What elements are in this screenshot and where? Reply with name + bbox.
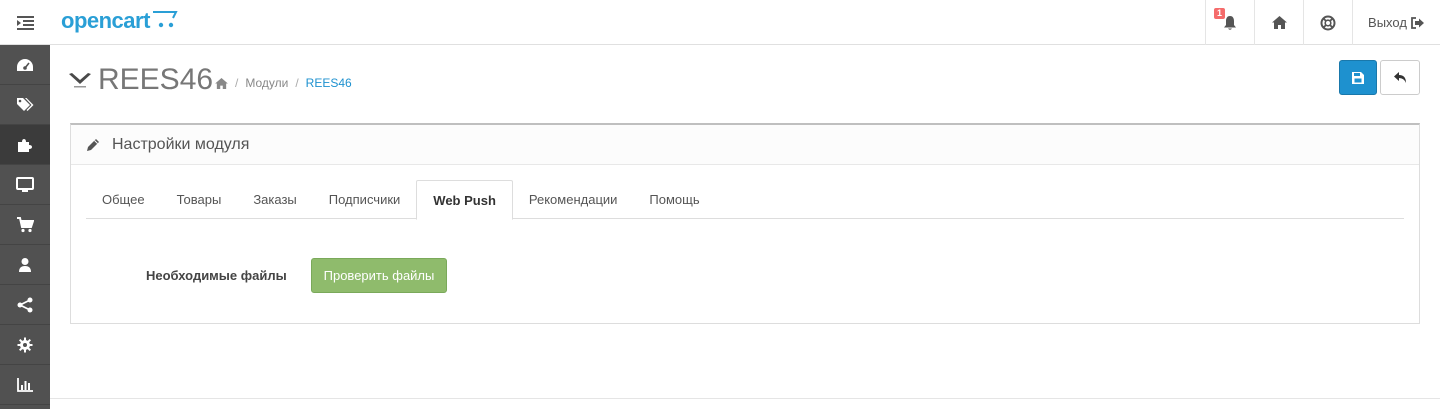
home-icon[interactable]	[215, 77, 228, 89]
tab-general[interactable]: Общее	[86, 180, 161, 219]
cart-logo-icon	[152, 11, 178, 28]
sidebar-item-reports[interactable]	[0, 365, 50, 405]
tab-bar: Общее Товары Заказы Подписчики Web Push …	[86, 180, 1404, 220]
reply-icon	[1393, 72, 1406, 83]
tab-subscribers[interactable]: Подписчики	[313, 180, 417, 219]
home-icon	[1271, 16, 1287, 29]
tab-products[interactable]: Товары	[161, 180, 238, 219]
sign-out-icon	[1411, 16, 1424, 29]
floppy-disk-icon	[1352, 71, 1364, 84]
notification-badge: 1	[1214, 8, 1226, 19]
logout-label: Выход	[1368, 15, 1407, 30]
puzzle-icon	[18, 138, 32, 152]
sidebar-item-marketing[interactable]	[0, 285, 50, 325]
breadcrumb-separator: /	[295, 76, 299, 90]
share-icon	[17, 297, 33, 312]
sidebar-item-dashboard[interactable]	[0, 45, 50, 85]
tab-recommendations[interactable]: Рекомендации	[513, 180, 634, 219]
menu-toggle-button[interactable]	[0, 0, 50, 45]
desktop-icon	[16, 176, 34, 192]
sidebar-item-customers[interactable]	[0, 245, 50, 285]
indent-icon	[16, 15, 34, 30]
main-content: REES46 / Модули / REES46 Настройки модул…	[50, 45, 1440, 409]
panel-title: Настройки модуля	[112, 135, 250, 153]
rees46-logo-icon	[69, 73, 91, 88]
tab-orders[interactable]: Заказы	[237, 180, 312, 219]
home-button[interactable]	[1254, 0, 1303, 45]
notifications-button[interactable]: 1	[1205, 0, 1254, 45]
settings-panel: Настройки модуля Общее Товары Заказы Под…	[70, 123, 1420, 324]
breadcrumb: / Модули / REES46	[215, 76, 352, 90]
form-row-required-files: Необходимые файлы Проверить файлы	[71, 258, 1421, 294]
breadcrumb-separator: /	[235, 76, 239, 90]
logout-button[interactable]: Выход	[1352, 0, 1440, 45]
sidebar-item-extensions[interactable]	[0, 125, 50, 165]
life-ring-icon	[1320, 15, 1336, 30]
tags-icon	[17, 97, 34, 111]
save-button[interactable]	[1339, 60, 1377, 95]
shopping-cart-icon	[17, 216, 34, 232]
sidebar-item-catalog[interactable]	[0, 85, 50, 125]
opencart-logo[interactable]: opencart	[61, 8, 178, 34]
logo-text: opencart	[61, 8, 150, 33]
sidebar	[0, 45, 50, 409]
tab-help[interactable]: Помощь	[633, 180, 715, 219]
footer-divider	[50, 398, 1440, 399]
user-icon	[19, 257, 31, 272]
sidebar-item-sales[interactable]	[0, 205, 50, 245]
cog-icon	[17, 337, 33, 352]
breadcrumb-current[interactable]: REES46	[306, 76, 352, 90]
help-button[interactable]	[1303, 0, 1352, 45]
back-button[interactable]	[1380, 60, 1420, 95]
top-header: opencart 1 Выход	[0, 0, 1440, 45]
breadcrumb-modules[interactable]: Модули	[245, 76, 288, 90]
pencil-icon	[87, 138, 99, 151]
tab-web-push[interactable]: Web Push	[416, 180, 513, 220]
check-files-button[interactable]: Проверить файлы	[311, 258, 447, 293]
required-files-label: Необходимые файлы	[146, 268, 287, 283]
bar-chart-icon	[17, 377, 33, 392]
sidebar-item-design[interactable]	[0, 165, 50, 205]
bell-icon	[1224, 15, 1236, 30]
panel-heading: Настройки модуля	[71, 125, 1419, 165]
page-title: REES46	[98, 63, 214, 96]
dashboard-icon	[17, 58, 33, 71]
sidebar-item-system[interactable]	[0, 325, 50, 365]
